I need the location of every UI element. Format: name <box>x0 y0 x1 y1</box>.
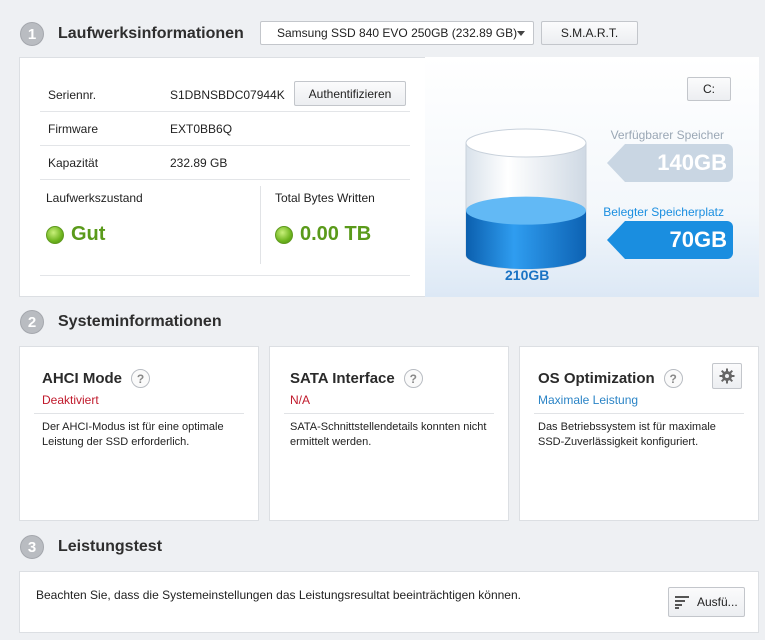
card-sata: SATA Interface ? N/A SATA-Schnittstellen… <box>269 346 509 521</box>
firmware-label: Firmware <box>48 121 98 136</box>
section-title-drive-info: Laufwerksinformationen <box>58 25 244 42</box>
capacity-row: Kapazität 232.89 GB <box>40 146 410 180</box>
authenticate-button[interactable]: Authentifizieren <box>294 81 406 106</box>
drive-select-dropdown[interactable]: Samsung SSD 840 EVO 250GB (232.89 GB) <box>260 21 534 45</box>
tbw-label: Total Bytes Written <box>275 191 375 205</box>
chevron-down-icon <box>517 31 525 36</box>
health-value: Gut <box>71 223 106 245</box>
section-header-drive-info: 1 Laufwerksinformationen <box>20 22 244 46</box>
card-divider <box>534 413 744 414</box>
card-title-text: AHCI Mode <box>42 370 122 387</box>
status-bottom-rule <box>40 275 410 276</box>
card-title: AHCI Mode ? <box>42 369 150 388</box>
health-label: Laufwerkszustand <box>46 191 143 205</box>
used-badge: 70GB <box>607 221 733 259</box>
card-title-text: SATA Interface <box>290 370 395 387</box>
used-value: 70GB <box>669 227 727 252</box>
step-number-3: 3 <box>20 535 44 559</box>
step-number-2: 2 <box>20 310 44 334</box>
drive-select-value: Samsung SSD 840 EVO 250GB (232.89 GB) <box>277 26 518 40</box>
gear-icon <box>719 368 735 384</box>
tbw-value: 0.00 TB <box>300 223 372 245</box>
card-divider <box>284 413 494 414</box>
card-status: N/A <box>290 393 311 407</box>
help-icon[interactable]: ? <box>663 369 683 388</box>
status-ok-icon <box>46 225 64 244</box>
firmware-value: EXT0BB6Q <box>170 121 233 136</box>
available-value: 140GB <box>657 150 727 175</box>
card-title: OS Optimization ? <box>538 369 683 388</box>
total-capacity-label: 210GB <box>505 267 550 283</box>
used-label: Belegter Speicherplatz <box>603 205 724 219</box>
card-title-text: OS Optimization <box>538 370 655 387</box>
card-ahci: AHCI Mode ? Deaktiviert Der AHCI-Modus i… <box>19 346 259 521</box>
card-status: Deaktiviert <box>42 393 99 407</box>
section-header-perf-test: 3 Leistungstest <box>20 535 162 559</box>
step-number-1: 1 <box>20 22 44 46</box>
tbw-status: 0.00 TB <box>275 223 371 246</box>
run-benchmark-label: Ausfü... <box>697 595 738 609</box>
storage-visual: C: 210GB Verfügbarer Speicher 140GB Bele… <box>425 57 759 297</box>
available-label: Verfügbarer Speicher <box>610 128 724 142</box>
bars-icon <box>675 596 689 609</box>
drive-letter-button[interactable]: C: <box>687 77 731 101</box>
health-status: Gut <box>46 223 105 246</box>
card-description: Das Betriebssystem ist für maximale SSD-… <box>538 421 716 448</box>
help-icon[interactable]: ? <box>131 369 150 388</box>
section-header-system-info: 2 Systeminformationen <box>20 310 222 334</box>
status-divider <box>260 186 261 264</box>
perf-panel: Beachten Sie, dass die Systemeinstellung… <box>19 571 759 633</box>
status-ok-icon <box>275 225 293 244</box>
capacity-label: Kapazität <box>48 155 99 170</box>
card-divider <box>34 413 244 414</box>
settings-button[interactable] <box>712 363 742 389</box>
help-icon[interactable]: ? <box>403 369 423 388</box>
card-description: SATA-Schnittstellendetails konnten nicht… <box>290 421 487 448</box>
card-title: SATA Interface ? <box>290 369 423 388</box>
serial-value: S1DBNSBDC07944K <box>170 87 285 102</box>
smart-button[interactable]: S.M.A.R.T. <box>541 21 638 45</box>
firmware-row: Firmware EXT0BB6Q <box>40 112 410 146</box>
section-title-system-info: Systeminformationen <box>58 313 222 330</box>
serial-label: Seriennr. <box>48 87 97 102</box>
card-os-optimization: OS Optimization ? Maximale Leistung Das … <box>519 346 759 521</box>
card-description: Der AHCI-Modus ist für eine optimale Lei… <box>42 421 224 448</box>
run-benchmark-button[interactable]: Ausfü... <box>668 587 745 617</box>
capacity-value: 232.89 GB <box>170 155 228 170</box>
available-badge: 140GB <box>607 144 733 182</box>
perf-note: Beachten Sie, dass die Systemeinstellung… <box>36 588 521 602</box>
cylinder-icon <box>465 128 587 270</box>
serial-row: Seriennr. S1DBNSBDC07944K Authentifizier… <box>40 78 410 112</box>
section-title-perf-test: Leistungstest <box>58 538 163 555</box>
card-status: Maximale Leistung <box>538 393 639 407</box>
used-space-surface <box>466 196 586 225</box>
